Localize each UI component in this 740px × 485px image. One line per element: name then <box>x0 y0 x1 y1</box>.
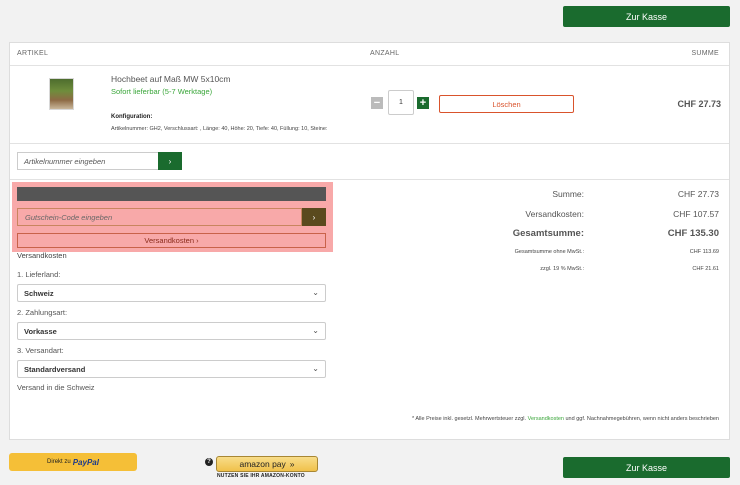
header-article: ARTIKEL <box>17 50 49 57</box>
product-name[interactable]: Hochbeet auf Maß MW 5x10cm <box>111 74 231 84</box>
quantity-increase-button[interactable]: + <box>417 97 429 109</box>
vat-value: CHF 21.61 <box>692 266 719 272</box>
divider <box>10 65 729 66</box>
divider <box>10 179 729 180</box>
country-select[interactable]: Schweiz ⌄ <box>17 284 326 302</box>
line-price: CHF 27.73 <box>677 99 721 109</box>
shipping-costs-link[interactable]: Versandkosten <box>528 416 564 422</box>
quantity-decrease-button[interactable]: − <box>371 97 383 109</box>
net-total-label: Gesamtsumme ohne MwSt.: <box>514 249 584 255</box>
configuration-title: Konfiguration: <box>111 114 153 120</box>
total-label: Gesamtsumme: <box>512 228 584 239</box>
quantity-input[interactable]: 1 <box>388 90 414 115</box>
delete-button[interactable]: Löschen <box>439 95 574 113</box>
payment-select[interactable]: Vorkasse ⌄ <box>17 322 326 340</box>
vat-label: zzgl. 19 % MwSt.: <box>540 266 584 272</box>
shipping-note: Versand in die Schweiz <box>17 383 95 392</box>
country-label: 1. Lieferland: <box>17 270 61 279</box>
shipping-cost-label: Versandkosten: <box>525 209 584 219</box>
minus-icon: − <box>373 96 381 109</box>
method-label: 3. Versandart: <box>17 346 64 355</box>
double-chevron-right-icon: » <box>289 459 295 469</box>
subtotal-label: Summe: <box>552 189 584 199</box>
shipping-method-select[interactable]: Standardversand ⌄ <box>17 360 326 378</box>
total-value: CHF 135.30 <box>667 228 719 239</box>
footnote-suffix: und ggf. Nachnahmegebühren, wenn nicht a… <box>565 416 720 422</box>
chevron-down-icon: ⌄ <box>312 364 319 373</box>
coupon-submit-button[interactable]: › <box>302 208 326 226</box>
amazon-pay-button[interactable]: amazon pay » <box>216 456 318 472</box>
shipping-title: Versandkosten <box>17 251 67 260</box>
payment-label: 2. Zahlungsart: <box>17 308 68 317</box>
checkout-button-bottom[interactable]: Zur Kasse <box>563 457 730 478</box>
product-thumbnail[interactable] <box>49 78 74 110</box>
price-footnote: * Alle Preise inkl. gesetzl. Mehrwertste… <box>412 416 719 422</box>
checkout-button-top[interactable]: Zur Kasse <box>563 6 730 27</box>
chevron-down-icon: ⌄ <box>312 288 319 297</box>
country-value: Schweiz <box>24 288 54 298</box>
header-quantity: ANZAHL <box>370 50 400 57</box>
chevron-right-icon: › <box>312 212 316 222</box>
help-icon[interactable]: ? <box>205 458 213 466</box>
subtotal-value: CHF 27.73 <box>677 189 719 199</box>
article-number-submit-button[interactable]: › <box>158 152 182 170</box>
net-total-value: CHF 113.69 <box>689 249 719 255</box>
paypal-logo: PayPal <box>72 457 99 467</box>
chevron-right-icon: › <box>168 156 172 166</box>
coupon-header-bar[interactable] <box>17 187 326 201</box>
coupon-code-input[interactable]: Gutschein-Code eingeben <box>17 208 302 226</box>
paypal-prefix: Direkt zu <box>47 459 71 465</box>
footnote-prefix: * Alle Preise inkl. gesetzl. Mehrwertste… <box>412 416 527 422</box>
shipping-costs-toggle[interactable]: Versandkosten › <box>17 233 326 248</box>
availability-text: Sofort lieferbar (5-7 Werktage) <box>111 87 213 96</box>
cart-panel: ARTIKEL ANZAHL SUMME Hochbeet auf Maß MW… <box>9 42 730 440</box>
amazon-pay-logo: amazon pay <box>239 459 286 469</box>
chevron-down-icon: ⌄ <box>312 326 319 335</box>
paypal-button[interactable]: Direkt zu PayPal <box>9 453 137 471</box>
header-sum: SUMME <box>691 50 719 57</box>
article-number-input[interactable]: Artikelnummer eingeben <box>17 152 158 170</box>
shipping-method-value: Standardversand <box>24 364 86 374</box>
divider <box>10 143 729 144</box>
amazon-pay-subtitle: NUTZEN SIE IHR AMAZON-KONTO <box>217 473 305 479</box>
configuration-text: Artikelnummer: GH2, Verschlussart: , Län… <box>111 126 328 132</box>
shipping-cost-value: CHF 107.57 <box>673 209 719 219</box>
plus-icon: + <box>419 96 427 109</box>
payment-value: Vorkasse <box>24 326 57 336</box>
